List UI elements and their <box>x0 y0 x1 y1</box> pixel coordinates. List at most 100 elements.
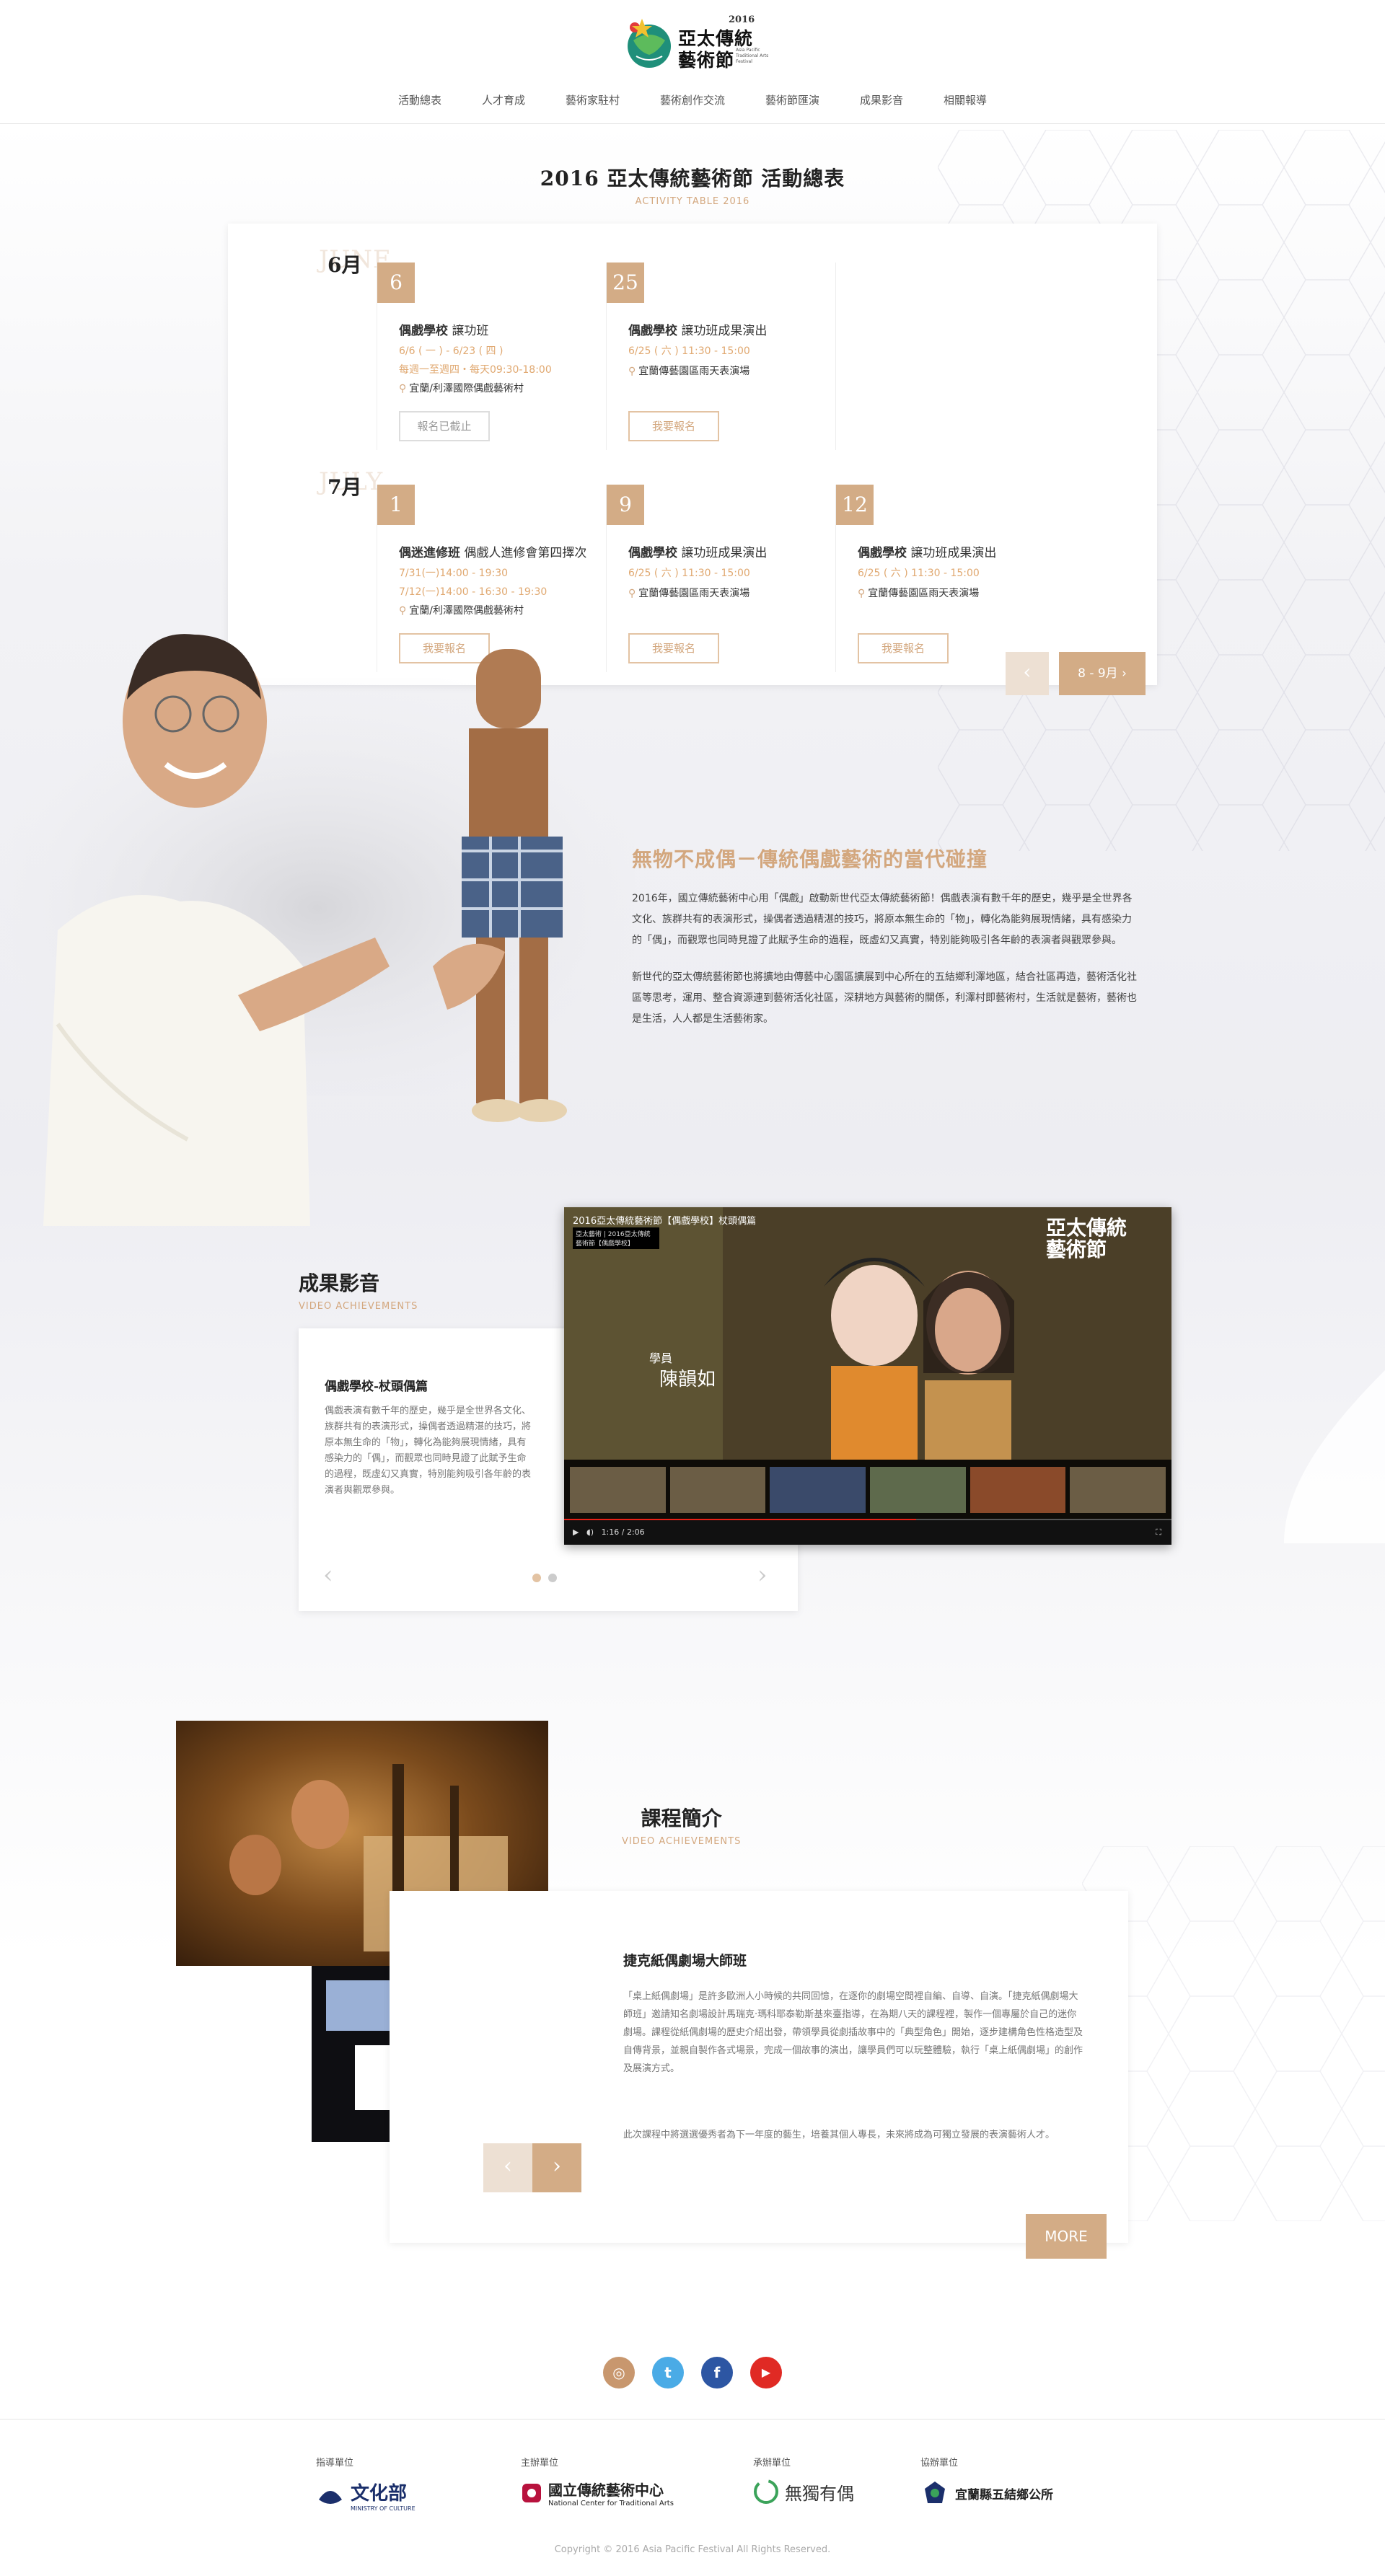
sponsor-english: National Center for Traditional Arts <box>548 2500 674 2507</box>
nav-item-video[interactable]: 成果影音 <box>857 92 906 107</box>
event-name: 偶戲人進修會第四擇次 <box>464 546 587 560</box>
event-category: 偶戲學校 <box>858 546 907 560</box>
chevron-right-icon: › <box>1122 666 1127 681</box>
event-card: 6 偶戲學校 譲功班 6/6 ( 一 ) - 6/23 ( 四 ) 每週一至週四… <box>377 263 606 450</box>
nav-item-press[interactable]: 相關報導 <box>941 92 990 107</box>
related-video-thumb[interactable] <box>669 1467 766 1513</box>
youtube-icon[interactable]: ▶ <box>750 2357 782 2388</box>
sponsor-guidance: 指導單位 文化部 MINISTRY OF CULTURE <box>316 2455 416 2512</box>
event-category: 偶戲學校 <box>399 324 448 338</box>
ncfta-logo[interactable]: 國立傳統藝術中心 National Center for Traditional… <box>521 2479 674 2507</box>
sponsor-name: 文化部 <box>351 2483 408 2505</box>
event-card-empty <box>835 263 1065 450</box>
ncfta-emblem-icon <box>522 2484 541 2502</box>
video-time: 1:16 / 2:06 <box>601 1527 645 1537</box>
event-category: 偶戲學校 <box>628 546 677 560</box>
festival-logo[interactable]: 2016 亞太傳統 藝術節 Asia Pacific Traditional A… <box>620 12 772 72</box>
facebook-icon[interactable]: f <box>701 2357 733 2388</box>
event-category: 偶戲學校 <box>628 324 677 338</box>
event-category: 偶迷進修班 <box>399 546 460 560</box>
course-next-button[interactable]: › <box>532 2143 581 2192</box>
nav-item-activity-table[interactable]: 活動總表 <box>395 92 444 107</box>
event-location: 宜蘭傳藝園區雨天表演場 <box>638 366 750 377</box>
event-day: 12 <box>836 485 874 525</box>
register-button[interactable]: 我要報名 <box>858 633 949 663</box>
event-name: 譲功班成果演出 <box>681 324 768 338</box>
event-date: 6/6 ( 一 ) - 6/23 ( 四 ) <box>399 345 504 357</box>
sponsor-co-organizer: 協辦單位 宜蘭縣五結鄉公所 <box>920 2455 1053 2507</box>
related-video-thumb[interactable] <box>570 1467 666 1513</box>
activity-section-title: 2016 亞太傳統藝術節 活動總表 ACTIVITY TABLE 2016 <box>0 163 1385 207</box>
related-video-thumb[interactable] <box>870 1467 966 1513</box>
more-button[interactable]: MORE <box>1026 2214 1107 2259</box>
event-location: 宜蘭傳藝園區雨天表演場 <box>868 588 980 599</box>
month-label: 6月 <box>327 253 362 277</box>
video-title: 成果影音 <box>299 1271 380 1295</box>
course-subtitle: VIDEO ACHIEVEMENTS <box>622 1836 742 1847</box>
carousel-dot[interactable] <box>548 1574 557 1582</box>
video-controls: ▶ ◖) 1:16 / 2:06 ⛶ <box>564 1520 1171 1545</box>
play-icon[interactable]: ▶ <box>573 1527 579 1537</box>
activity-prev-button[interactable]: ‹ <box>1006 652 1049 695</box>
instagram-icon[interactable]: ◎ <box>603 2357 635 2388</box>
next-months-label: 8 - 9月 <box>1078 666 1118 681</box>
caption-name: 陳韻如 <box>659 1369 716 1390</box>
nav-item-talent[interactable]: 人才育成 <box>479 92 528 107</box>
course-prev-button[interactable]: ‹ <box>483 2143 532 2192</box>
copyright: Copyright © 2016 Asia Pacific Festival A… <box>554 2544 831 2555</box>
nav-item-festival-showcase[interactable]: 藝術節匯演 <box>762 92 822 107</box>
video-player[interactable]: 2016亞太傳統藝術節【偶戲學校】杖頭偶篇 亞太藝術 | 2016亞太傳統藝術節… <box>564 1207 1171 1545</box>
event-date: 7/31(一)14:00 - 19:30 <box>399 568 509 579</box>
logo-year: 2016 <box>729 14 755 25</box>
fullscreen-icon[interactable]: ⛶ <box>1156 1520 1161 1545</box>
location-pin-icon: ⚲ <box>858 588 866 599</box>
video-card-title: 偶戲學校-杖頭偶篇 <box>325 1380 428 1394</box>
related-video-thumb[interactable] <box>770 1467 866 1513</box>
logo-name-line2: 藝術節 <box>678 50 735 71</box>
puppeteer-photo <box>0 634 635 1226</box>
logo-english: Asia Pacific Traditional Arts Festival <box>736 48 769 64</box>
nav-item-creation-exchange[interactable]: 藝術創作交流 <box>657 92 728 107</box>
nav-item-artist-residency[interactable]: 藝術家駐村 <box>563 92 623 107</box>
event-card: 12 偶戲學校 譲功班成果演出 6/25 ( 六 ) 11:30 - 15:00… <box>835 485 1065 672</box>
chevron-right-icon[interactable]: › <box>757 1561 768 1589</box>
caption-role: 學員 <box>649 1351 673 1365</box>
event-date: 6/25 ( 六 ) 11:30 - 15:00 <box>858 568 980 579</box>
event-day: 6 <box>377 263 415 303</box>
related-video-thumb[interactable] <box>970 1467 1066 1513</box>
month-label: 7月 <box>327 475 362 499</box>
location-pin-icon: ⚲ <box>628 366 636 377</box>
volume-icon[interactable]: ◖) <box>586 1527 594 1537</box>
video-title-bar: 2016亞太傳統藝術節【偶戲學校】杖頭偶篇 <box>573 1216 757 1227</box>
event-location: 宜蘭傳藝園區雨天表演場 <box>638 588 750 599</box>
course-paragraph-1: 「桌上紙偶劇場」是許多歐洲人小時候的共同回憶，在逐你的劇場空間裡自編、自導、自演… <box>623 1991 1083 2074</box>
wujie-township-logo[interactable]: 宜蘭縣五結鄉公所 <box>920 2479 1053 2507</box>
video-subtitle: VIDEO ACHIEVEMENTS <box>299 1301 418 1312</box>
register-button[interactable]: 我要報名 <box>628 411 719 441</box>
wudu-youou-logo[interactable]: 無獨有偶 <box>753 2479 854 2505</box>
related-video-thumb[interactable] <box>1070 1467 1166 1513</box>
township-emblem-icon <box>925 2482 945 2503</box>
registration-closed-button[interactable]: 報名已截止 <box>399 411 490 441</box>
watermark-line2: 藝術節 <box>1046 1238 1107 1261</box>
related-videos-strip <box>564 1460 1171 1520</box>
event-location: 宜蘭/利澤國際偶戲藝術村 <box>409 383 524 394</box>
course-paragraph-2: 此次課程中將選選優秀者為下一年度的藝生，培養其個人專長，未來將成為可獨立發展的表… <box>623 2130 1055 2140</box>
event-date: 6/25 ( 六 ) 11:30 - 15:00 <box>628 568 750 579</box>
chevron-left-icon[interactable]: ‹ <box>323 1561 333 1589</box>
sponsor-organizer: 主辦單位 國立傳統藝術中心 National Center for Tradit… <box>521 2455 674 2507</box>
video-section-title: 成果影音 VIDEO ACHIEVEMENTS <box>299 1268 418 1312</box>
twitter-icon[interactable]: t <box>652 2357 684 2388</box>
event-day: 1 <box>377 485 415 525</box>
sponsor-name: 宜蘭縣五結鄉公所 <box>955 2487 1053 2502</box>
main-nav: 活動總表 人才育成 藝術家駐村 藝術創作交流 藝術節匯演 成果影音 相關報導 <box>0 92 1385 107</box>
wudu-youou-emblem-icon <box>754 2479 778 2504</box>
register-button[interactable]: 我要報名 <box>628 633 719 663</box>
intro-paragraph-1: 2016年，國立傳統藝術中心用「偶戲」啟動新世代亞太傳統藝術節！偶戲表演有數千年… <box>632 893 1133 946</box>
course-title: 課程簡介 <box>641 1807 722 1830</box>
ministry-of-culture-logo[interactable]: 文化部 MINISTRY OF CULTURE <box>316 2479 416 2512</box>
carousel-dot-active[interactable] <box>532 1574 541 1582</box>
activity-next-months-button[interactable]: 8 - 9月 › <box>1059 652 1146 695</box>
event-day: 25 <box>607 263 644 303</box>
sponsor-name: 國立傳統藝術中心 <box>548 2482 664 2499</box>
